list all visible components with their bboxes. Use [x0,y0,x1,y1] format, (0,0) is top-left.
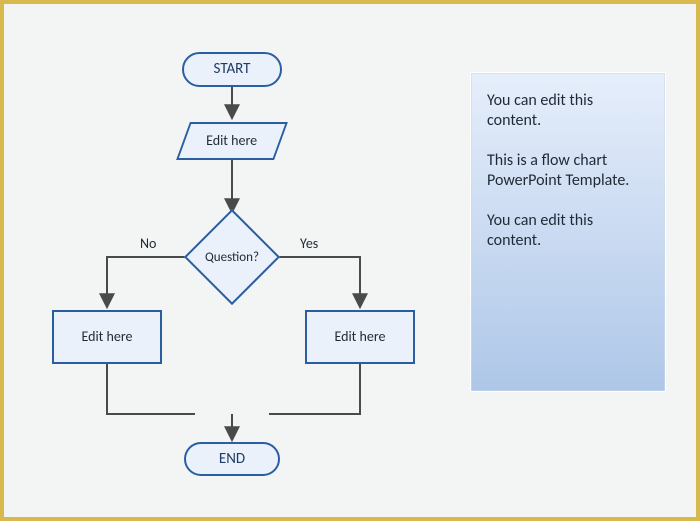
branch-no-label: No [140,235,156,252]
io-shape[interactable]: Edit here [176,122,288,160]
process-right-label: Edit here [334,329,385,344]
io-label: Edit here [206,133,257,148]
process-left-label: Edit here [81,329,132,344]
start-label: START [214,61,251,78]
end-terminator[interactable]: END [184,442,280,476]
info-p1: You can edit this content. [487,91,649,131]
info-p3: You can edit this content. [487,211,649,251]
info-panel[interactable]: You can edit this content. This is a flo… [470,72,666,392]
end-label: END [219,451,245,468]
slide-canvas: START Edit here Question? No Yes Edit he… [4,4,696,517]
info-p2: This is a flow chart PowerPoint Template… [487,151,649,191]
decision-label: Question? [205,250,259,265]
decision-shape[interactable]: Question? [198,223,266,291]
process-right[interactable]: Edit here [305,310,415,364]
start-terminator[interactable]: START [182,52,282,87]
branch-yes-label: Yes [300,235,318,252]
process-left[interactable]: Edit here [52,310,162,364]
